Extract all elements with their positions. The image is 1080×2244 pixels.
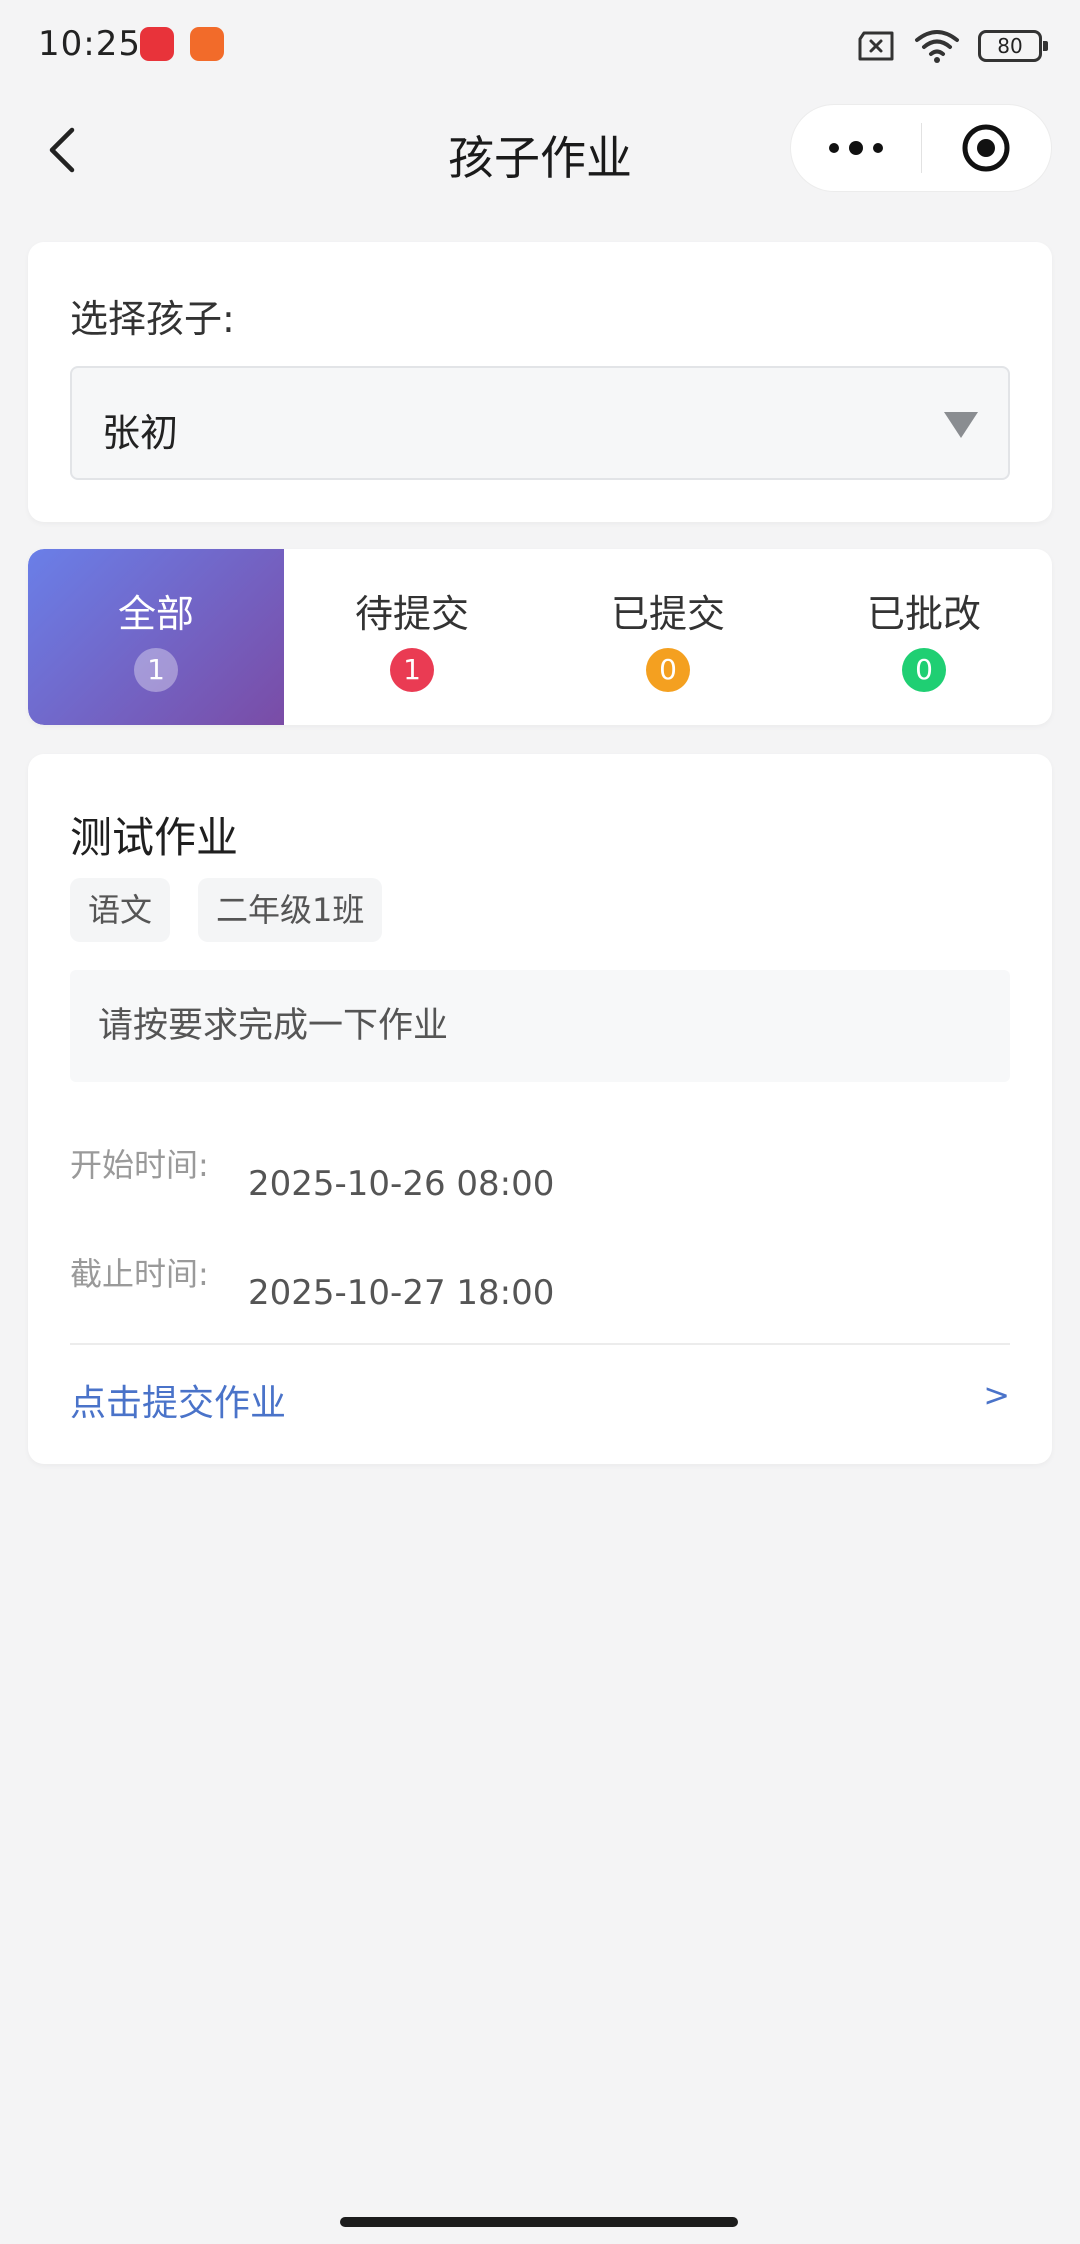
tab-submitted[interactable]: 已提交 0 bbox=[540, 549, 796, 725]
more-dots-icon bbox=[828, 141, 883, 155]
subject-tag: 语文 bbox=[70, 878, 171, 942]
dropdown-arrow-icon bbox=[944, 412, 978, 438]
submit-homework-link[interactable]: 点击提交作业 bbox=[70, 1374, 286, 1426]
start-time-label: 开始时间: bbox=[70, 1146, 209, 1184]
more-button[interactable] bbox=[791, 104, 921, 192]
status-bar: 10:25 80 bbox=[0, 0, 1080, 92]
end-time-label: 截止时间: bbox=[70, 1255, 209, 1293]
divider bbox=[70, 1343, 1010, 1345]
tab-count-badge: 0 bbox=[902, 647, 946, 692]
homework-tags: 语文 二年级1班 bbox=[70, 878, 383, 942]
tab-count-badge: 1 bbox=[390, 647, 434, 692]
wifi-icon bbox=[915, 30, 959, 63]
app-red-icon bbox=[140, 27, 174, 61]
nav-bar: 孩子作业 bbox=[0, 92, 1080, 210]
status-time: 10:25 bbox=[38, 24, 141, 64]
child-select-dropdown[interactable]: 张初 bbox=[70, 366, 1010, 480]
end-time-value: 2025-10-27 18:00 bbox=[248, 1273, 555, 1313]
sim-x-icon bbox=[858, 31, 894, 61]
mini-program-capsule bbox=[790, 104, 1052, 192]
tab-label: 全部 bbox=[117, 591, 194, 636]
tab-label: 已提交 bbox=[610, 591, 725, 636]
chevron-right-icon[interactable]: > bbox=[983, 1376, 1010, 1414]
screen: 10:25 80 孩子作业 选择孩子: 张初 全部 1 待提交 1 已提交 0 … bbox=[0, 0, 1080, 2244]
tab-pending[interactable]: 待提交 1 bbox=[284, 549, 540, 725]
home-indicator bbox=[340, 2217, 738, 2227]
tab-graded[interactable]: 已批改 0 bbox=[796, 549, 1052, 725]
homework-title: 测试作业 bbox=[70, 813, 239, 862]
child-select-value: 张初 bbox=[102, 411, 179, 455]
status-tabs: 全部 1 待提交 1 已提交 0 已批改 0 bbox=[28, 549, 1052, 725]
class-tag: 二年级1班 bbox=[198, 878, 383, 942]
tab-count-badge: 1 bbox=[134, 647, 178, 692]
child-selector-label: 选择孩子: bbox=[70, 297, 235, 341]
app-orange-icon bbox=[190, 27, 224, 61]
target-close-icon bbox=[962, 124, 1010, 172]
battery-icon: 80 bbox=[978, 30, 1048, 62]
tab-label: 已批改 bbox=[866, 591, 981, 636]
homework-card: 测试作业 语文 二年级1班 请按要求完成一下作业 开始时间: 2025-10-2… bbox=[28, 754, 1052, 1464]
status-right: 80 bbox=[856, 26, 1048, 66]
tab-count-badge: 0 bbox=[646, 647, 690, 692]
child-selector-card: 选择孩子: 张初 bbox=[28, 242, 1052, 522]
close-button[interactable] bbox=[922, 104, 1052, 192]
homework-description: 请按要求完成一下作业 bbox=[70, 970, 1010, 1082]
tab-all[interactable]: 全部 1 bbox=[28, 549, 284, 725]
tab-label: 待提交 bbox=[354, 591, 469, 636]
start-time-value: 2025-10-26 08:00 bbox=[248, 1164, 555, 1204]
battery-level: 80 bbox=[997, 34, 1023, 58]
